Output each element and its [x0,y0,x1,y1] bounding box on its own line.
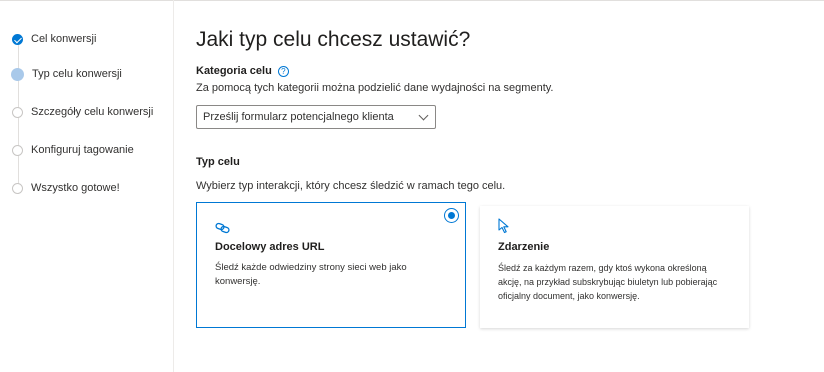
page-title: Jaki typ celu chcesz ustawić? [196,28,471,51]
step-label: Typ celu konwersji [32,68,122,80]
category-label-text: Kategoria celu [196,65,272,77]
option-title: Docelowy adres URL [215,241,325,253]
category-selected-value: Prześlij formularz potencjalnego klienta [203,111,394,123]
category-label: Kategoria celu ? [196,65,289,77]
step-typ-celu-konwersji[interactable]: Typ celu konwersji [11,64,122,84]
option-description: Śledź za każdym razem, gdy ktoś wykona o… [498,263,718,301]
pending-step-icon [12,182,23,194]
goal-type-description: Wybierz typ interakcji, który chcesz śle… [196,180,506,192]
step-label: Szczegóły celu konwersji [31,106,154,118]
link-icon [215,221,231,239]
check-icon [12,33,23,45]
goal-option-destination-url[interactable]: Docelowy adres URL Śledź każde odwiedzin… [196,202,466,328]
pending-step-icon [12,144,23,156]
goal-option-event[interactable]: Zdarzenie Śledź za każdym razem, gdy kto… [480,206,749,328]
step-label: Cel konwersji [31,33,97,45]
step-label: Konfiguruj tagowanie [31,144,134,156]
step-konfiguruj-tagowanie[interactable]: Konfiguruj tagowanie [12,140,134,160]
pending-step-icon [12,106,23,118]
option-description: Śledź każde odwiedziny strony sieci web … [215,262,407,287]
category-description: Za pomocą tych kategorii można podzielić… [196,82,554,94]
step-szczegoly-celu[interactable]: Szczegóły celu konwersji [12,102,153,122]
goal-type-label: Typ celu [196,156,240,168]
current-step-icon [11,67,24,81]
help-icon[interactable]: ? [277,65,289,77]
chevron-down-icon [418,110,429,121]
step-wszystko-gotowe[interactable]: Wszystko gotowe! [12,178,120,198]
step-cel-konwersji[interactable]: Cel konwersji [12,29,96,49]
radio-selected[interactable] [444,208,459,223]
step-label: Wszystko gotowe! [31,182,120,194]
cursor-icon [498,218,510,239]
category-dropdown[interactable]: Prześlij formularz potencjalnego klienta [196,105,436,129]
option-title: Zdarzenie [498,241,550,253]
wizard-steps: Cel konwersji Typ celu konwersji Szczegó… [0,0,174,372]
